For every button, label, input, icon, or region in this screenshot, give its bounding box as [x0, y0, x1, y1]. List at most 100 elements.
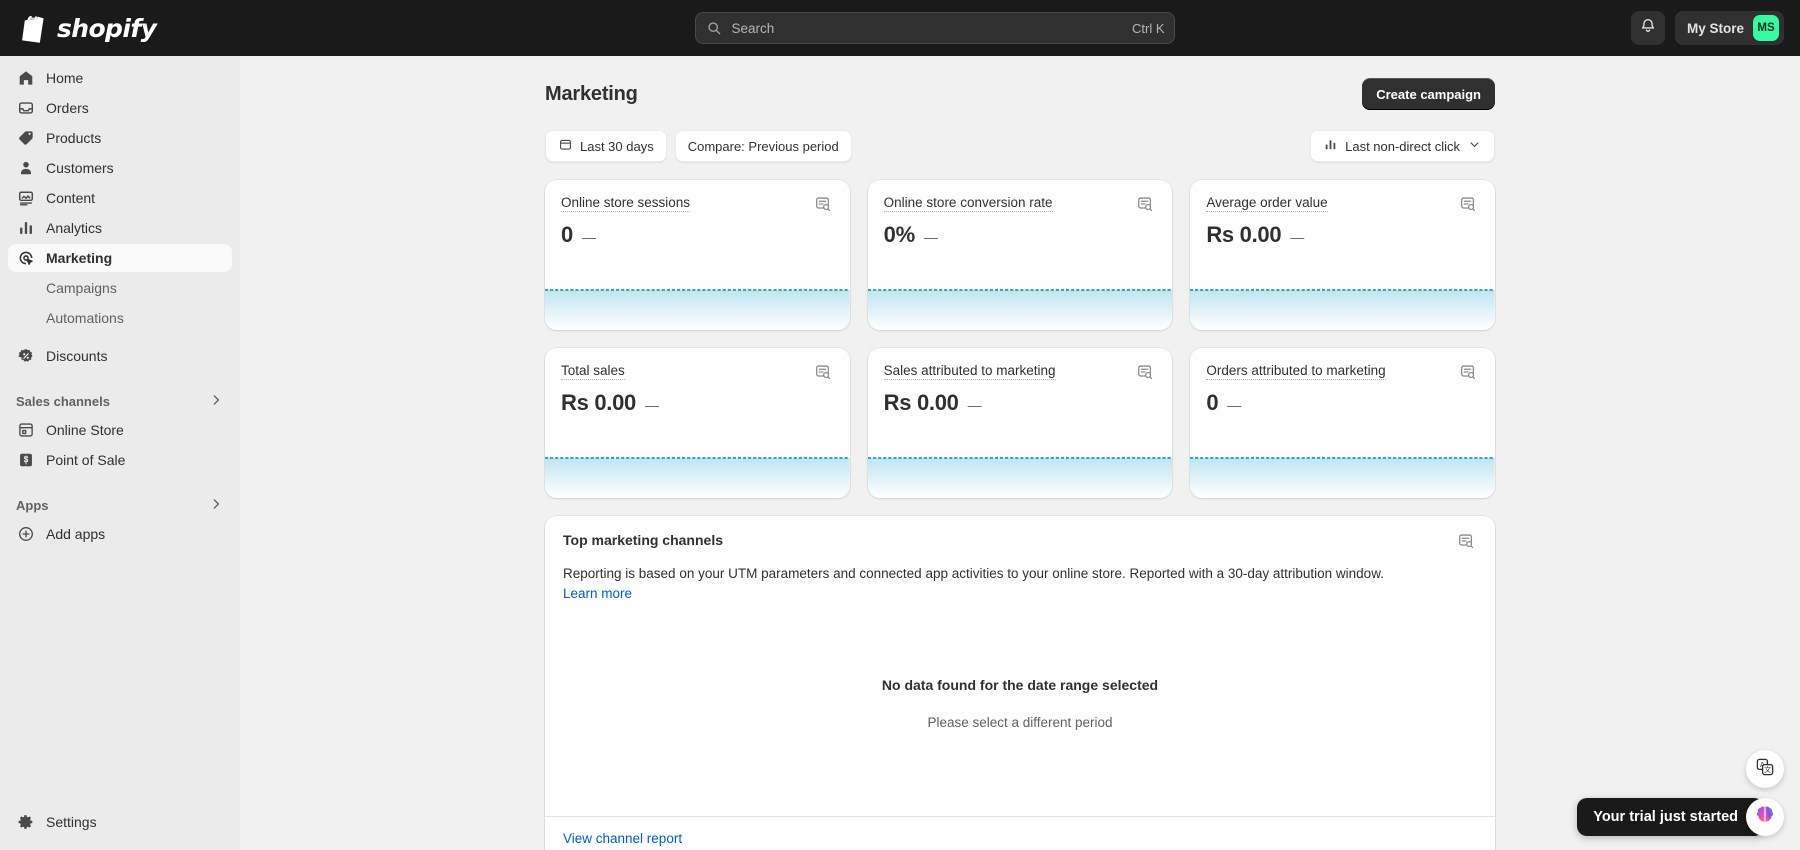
sidebar-item-online-store[interactable]: Online Store	[8, 416, 232, 444]
sidebar-item-label: Online Store	[46, 422, 124, 438]
store-menu-button[interactable]: My Store MS	[1674, 11, 1784, 45]
page-header: Marketing Create campaign	[545, 78, 1495, 110]
search-icon	[706, 20, 722, 36]
date-range-label: Last 30 days	[580, 138, 654, 154]
chevron-down-icon	[1467, 137, 1482, 155]
metric-delta: —	[644, 397, 659, 413]
metric-card[interactable]: Online store conversion rate 0% —	[867, 180, 1173, 330]
image-icon	[16, 188, 36, 208]
metric-label: Online store sessions	[561, 195, 691, 212]
sidebar-section-title: Apps	[16, 497, 49, 513]
sidebar-item-label: Home	[46, 70, 84, 86]
assistant-button[interactable]	[1746, 798, 1784, 836]
view-report-icon[interactable]	[814, 363, 834, 383]
view-report-icon[interactable]	[1457, 532, 1477, 552]
attribution-label: Last non-direct click	[1345, 138, 1460, 154]
sidebar-item-marketing[interactable]: Marketing	[8, 244, 232, 272]
store-name-label: My Store	[1686, 20, 1744, 36]
sidebar-item-campaigns[interactable]: Campaigns	[8, 274, 232, 302]
view-report-icon[interactable]	[1459, 363, 1479, 383]
panel-title: Top marketing channels	[563, 532, 723, 548]
sparkline-chart	[1190, 288, 1495, 330]
empty-state-subtitle: Please select a different period	[927, 715, 1113, 731]
metric-value: Rs 0.00	[883, 390, 959, 415]
chevron-right-icon	[208, 496, 224, 515]
top-bar: shopify Search Ctrl K My Store MS	[0, 0, 1800, 56]
top-marketing-channels-panel: Top marketing channels Reporting is base…	[545, 516, 1495, 850]
metric-value: 0	[1206, 390, 1219, 415]
sidebar: Home Orders Products Customers Content A…	[0, 56, 240, 850]
metric-card[interactable]: Total sales Rs 0.00 —	[545, 348, 850, 498]
metric-label: Online store conversion rate	[883, 195, 1053, 212]
filter-bar: Last 30 days Compare: Previous period La…	[545, 130, 1495, 162]
sidebar-section-apps[interactable]: Apps	[8, 490, 232, 520]
learn-more-link[interactable]: Learn more	[563, 586, 632, 601]
metric-label: Average order value	[1206, 195, 1328, 212]
sidebar-section-sales-channels[interactable]: Sales channels	[8, 386, 232, 416]
trial-toast: Your trial just started	[1577, 798, 1764, 836]
sidebar-item-content[interactable]: Content	[8, 184, 232, 212]
person-icon	[16, 158, 36, 178]
metric-delta: —	[923, 229, 938, 245]
sidebar-item-label: Add apps	[46, 526, 106, 542]
view-report-icon[interactable]	[1136, 195, 1156, 215]
sidebar-item-analytics[interactable]: Analytics	[8, 214, 232, 242]
metric-label: Sales attributed to marketing	[883, 363, 1056, 380]
panel-description: Reporting is based on your UTM parameter…	[563, 566, 1384, 581]
view-channel-report-link[interactable]: View channel report	[563, 831, 682, 846]
shopify-logo[interactable]: shopify	[0, 14, 240, 43]
search-input[interactable]: Search Ctrl K	[695, 12, 1176, 44]
metric-label: Total sales	[561, 363, 625, 380]
attribution-model-dropdown[interactable]: Last non-direct click	[1310, 130, 1495, 162]
view-report-icon[interactable]	[1459, 195, 1479, 215]
page-title: Marketing	[545, 82, 638, 105]
sidebar-item-label: Content	[46, 190, 96, 206]
sidebar-item-automations[interactable]: Automations	[8, 304, 232, 332]
search-area: Search Ctrl K	[240, 12, 1631, 44]
sparkline-chart	[545, 288, 850, 330]
sidebar-item-orders[interactable]: Orders	[8, 94, 232, 122]
ai-brain-icon	[1754, 804, 1776, 831]
sidebar-item-discounts[interactable]: Discounts	[8, 342, 232, 370]
translate-button[interactable]: A 文	[1746, 750, 1784, 788]
sidebar-item-home[interactable]: Home	[8, 64, 232, 92]
metric-delta: —	[1290, 229, 1305, 245]
metric-card[interactable]: Average order value Rs 0.00 —	[1190, 180, 1495, 330]
sidebar-item-label: Customers	[46, 160, 114, 176]
date-range-filter-button[interactable]: Last 30 days	[545, 130, 667, 162]
bar-chart-icon	[16, 218, 36, 238]
sidebar-item-customers[interactable]: Customers	[8, 154, 232, 182]
create-campaign-button[interactable]: Create campaign	[1362, 78, 1495, 110]
compare-filter-button[interactable]: Compare: Previous period	[674, 130, 852, 162]
metric-value: Rs 0.00	[1206, 222, 1282, 247]
view-report-icon[interactable]	[1136, 363, 1156, 383]
notifications-button[interactable]	[1630, 11, 1665, 45]
sidebar-subitem-label: Campaigns	[46, 280, 117, 296]
view-report-icon[interactable]	[814, 195, 834, 215]
metric-card[interactable]: Orders attributed to marketing 0 —	[1190, 348, 1495, 498]
metric-card[interactable]: Sales attributed to marketing Rs 0.00 —	[867, 348, 1173, 498]
brand-wordmark: shopify	[57, 13, 157, 43]
sparkline-chart	[867, 288, 1173, 330]
compare-label: Compare: Previous period	[687, 138, 839, 154]
metrics-grid-row-1: Online store sessions 0 — Online store c…	[545, 180, 1495, 330]
app-shell: Home Orders Products Customers Content A…	[0, 56, 1800, 850]
calendar-icon	[558, 137, 573, 155]
metric-card[interactable]: Online store sessions 0 —	[545, 180, 850, 330]
gear-icon	[16, 812, 36, 832]
floating-action-stack: A 文 Your trial just started	[1577, 750, 1784, 836]
sidebar-item-settings[interactable]: Settings	[8, 808, 232, 836]
sidebar-item-label: Analytics	[46, 220, 103, 236]
sidebar-item-point-of-sale[interactable]: Point of Sale	[8, 446, 232, 474]
sidebar-item-products[interactable]: Products	[8, 124, 232, 152]
home-icon	[16, 68, 36, 88]
panel-description-block: Reporting is based on your UTM parameter…	[545, 552, 1495, 603]
top-bar-right: My Store MS	[1630, 11, 1800, 45]
sidebar-item-add-apps[interactable]: Add apps	[8, 520, 232, 548]
metric-value: 0%	[883, 222, 916, 247]
sidebar-item-label: Settings	[46, 814, 97, 830]
shopify-bag-logo-icon	[22, 14, 48, 43]
sidebar-subitem-label: Automations	[46, 310, 124, 326]
panel-header: Top marketing channels	[545, 516, 1495, 552]
sidebar-item-label: Discounts	[46, 348, 108, 364]
